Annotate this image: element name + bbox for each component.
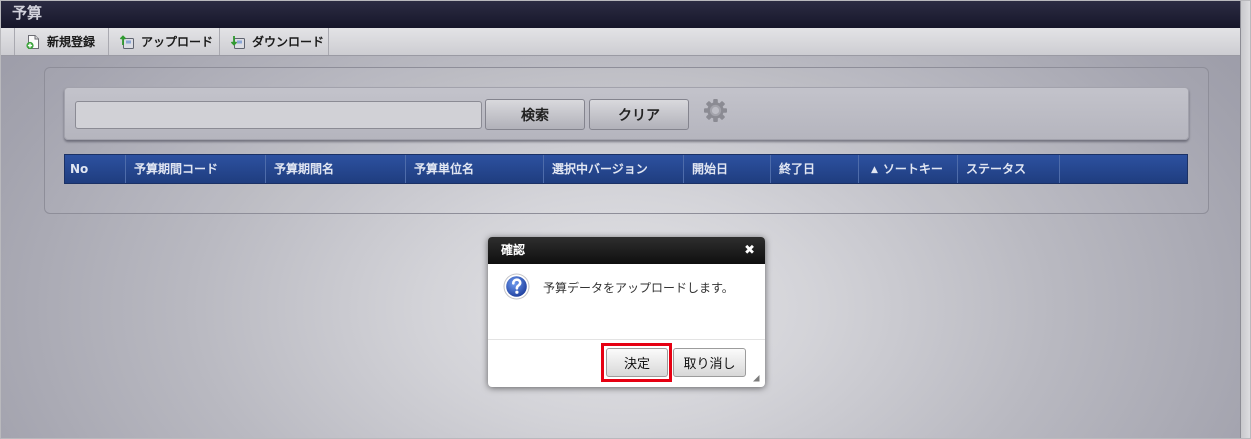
question-icon xyxy=(503,273,530,300)
close-icon[interactable]: ✖ xyxy=(744,237,755,264)
dialog-message: 予算データをアップロードします。 xyxy=(543,281,734,295)
cancel-button[interactable]: 取り消し xyxy=(673,348,746,377)
confirm-dialog: 確認 ✖ 予算データをアップロードします。 決定 取り消し xyxy=(488,237,765,387)
column-header-period-name[interactable]: 予算期間名 xyxy=(266,155,406,183)
dialog-title: 確認 xyxy=(501,243,526,257)
dialog-divider xyxy=(488,339,765,340)
toolbar: 新規登録 アップロード ダウンロード xyxy=(1,28,1240,56)
search-button[interactable]: 検索 xyxy=(485,99,585,130)
confirm-button[interactable]: 決定 xyxy=(606,348,668,377)
new-button[interactable]: 新規登録 xyxy=(14,28,108,55)
column-header-status[interactable]: ステータス xyxy=(958,155,1060,183)
column-header-period-code[interactable]: 予算期間コード xyxy=(126,155,266,183)
column-header-filler xyxy=(1060,155,1187,183)
app-window: 予算 新規登録 アップロード ダウンロード 検索 クリア No 予算期間コード … xyxy=(0,0,1251,439)
upload-button-label: アップロード xyxy=(141,35,214,49)
dialog-header: 確認 ✖ xyxy=(488,237,765,264)
page-title: 予算 xyxy=(12,4,43,22)
upload-button[interactable]: アップロード xyxy=(108,28,219,55)
new-document-icon xyxy=(25,34,41,50)
download-button-label: ダウンロード xyxy=(252,35,325,49)
toolbar-items: 新規登録 アップロード ダウンロード xyxy=(14,28,329,55)
column-header-end-date[interactable]: 終了日 xyxy=(771,155,859,183)
sort-ascending-icon: ▲ xyxy=(871,165,878,175)
column-header-sort-key[interactable]: ▲ ソートキー xyxy=(859,155,958,183)
download-button[interactable]: ダウンロード xyxy=(219,28,329,55)
column-header-start-date[interactable]: 開始日 xyxy=(684,155,771,183)
new-button-label: 新規登録 xyxy=(47,35,96,49)
search-input[interactable] xyxy=(75,101,482,129)
resize-grip-icon[interactable] xyxy=(750,372,760,382)
title-bar: 予算 xyxy=(1,1,1240,28)
column-header-no[interactable]: No xyxy=(65,155,126,183)
gear-icon[interactable] xyxy=(703,98,728,123)
download-icon xyxy=(230,34,246,50)
column-header-label: ソートキー xyxy=(882,162,943,176)
table-header: No 予算期間コード 予算期間名 予算単位名 選択中バージョン 開始日 終了日 … xyxy=(64,154,1188,184)
column-header-selected-version[interactable]: 選択中バージョン xyxy=(544,155,684,183)
clear-button[interactable]: クリア xyxy=(589,99,689,130)
upload-icon xyxy=(119,34,135,50)
vertical-scrollbar[interactable] xyxy=(1240,1,1250,438)
column-header-unit-name[interactable]: 予算単位名 xyxy=(406,155,544,183)
